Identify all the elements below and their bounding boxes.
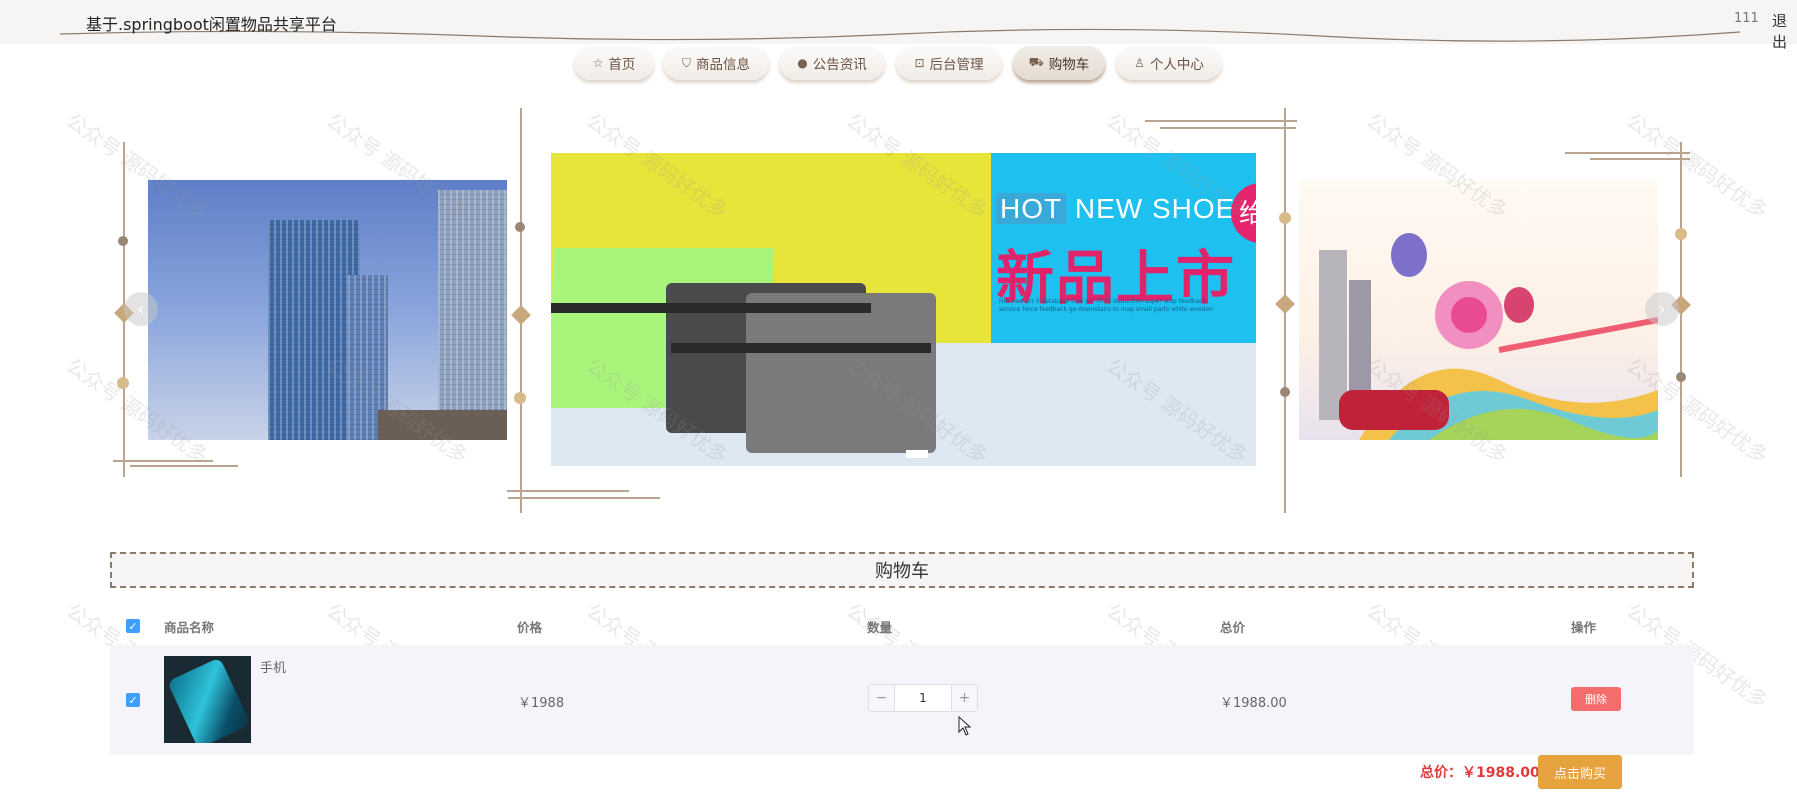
- cart-table: ✓ 商品名称 价格 数量 总价 操作 ✓ 手机 ￥1988 − 1 + ￥198…: [110, 605, 1694, 755]
- street-image: [378, 410, 507, 440]
- deco-dot: [1676, 372, 1686, 382]
- product-price: ￥1988: [518, 696, 565, 711]
- nav-announcements[interactable]: ● 公告资讯: [779, 46, 885, 80]
- nav-label: 公告资讯: [812, 57, 867, 73]
- product-thumbnail[interactable]: [164, 656, 251, 743]
- deco-line: [1565, 152, 1690, 154]
- nav-products[interactable]: ⛉ 商品信息: [663, 46, 769, 80]
- briefcase-icon: ⊡: [914, 56, 925, 70]
- colorful-illustration: [1319, 233, 1658, 440]
- new-shoes-label: NEW SHOES: [1074, 193, 1256, 224]
- column-header-action: 操作: [1571, 620, 1597, 635]
- deco-dot: [514, 392, 526, 404]
- quantity-input[interactable]: 1: [895, 685, 951, 711]
- deco-dot: [515, 222, 525, 232]
- bag-icon: ⛉: [681, 55, 691, 70]
- deco-diamond: [1275, 294, 1295, 314]
- slide-right-colorful[interactable]: [1299, 180, 1658, 440]
- nav-admin[interactable]: ⊡ 后台管理: [896, 46, 1002, 80]
- deco-dot: [1279, 212, 1291, 224]
- carousel-next-button[interactable]: ›: [1645, 292, 1679, 326]
- deco-line: [508, 497, 660, 499]
- banner-carousel: ‹ HOT NEW SHOES 新品上市 Hot new arr il data…: [0, 100, 1797, 520]
- quantity-increment-button[interactable]: +: [951, 685, 977, 711]
- top-bar: 基于.springboot闲置物品共享平台 111 退出: [0, 0, 1797, 51]
- select-all-checkbox[interactable]: ✓: [126, 619, 140, 633]
- building-image: [438, 190, 507, 440]
- table-row: ✓ 手机 ￥1988 − 1 + ￥1988.00 删除: [110, 645, 1694, 755]
- deco-line: [1160, 127, 1296, 129]
- user-icon: ♙: [1134, 56, 1145, 70]
- product-name: 手机: [260, 661, 287, 676]
- nav-cart[interactable]: ⛟ 购物车: [1013, 46, 1105, 80]
- quantity-decrement-button[interactable]: −: [869, 685, 895, 711]
- cart-section-title: 购物车: [110, 552, 1694, 588]
- banner-fine-print: Hot new arr il database Live Jun fri-fri…: [999, 298, 1214, 313]
- column-header-name: 商品名称: [164, 620, 215, 635]
- deco-line: [1590, 158, 1690, 160]
- carousel-prev-button[interactable]: ‹: [124, 292, 158, 326]
- nav-profile[interactable]: ♙ 个人中心: [1116, 46, 1222, 80]
- felt-bag-image: [746, 293, 936, 453]
- building-image: [268, 220, 360, 440]
- main-nav: ☆ 首页 ⛉ 商品信息 ● 公告资讯 ⊡ 后台管理 ⛟ 购物车 ♙ 个人中心: [0, 46, 1797, 82]
- deco-line: [113, 460, 213, 462]
- row-checkbox[interactable]: ✓: [126, 693, 140, 707]
- mouse-cursor-icon: [958, 716, 972, 736]
- nav-label: 后台管理: [929, 57, 984, 73]
- delete-button[interactable]: 删除: [1571, 687, 1621, 711]
- cart-total: 总价：￥1988.00: [1420, 765, 1540, 781]
- banner-hot-text: HOT NEW SHOES: [996, 193, 1255, 225]
- carousel-indicator[interactable]: [906, 450, 928, 458]
- bag-strap: [671, 343, 931, 353]
- deco-dot: [1675, 228, 1687, 240]
- buy-button[interactable]: 点击购买: [1538, 755, 1622, 789]
- slide-left-buildings[interactable]: [148, 180, 507, 440]
- column-header-price: 价格: [517, 620, 543, 635]
- site-title: 基于.springboot闲置物品共享平台: [86, 15, 337, 34]
- deco-line: [130, 465, 238, 467]
- deco-line: [507, 490, 629, 492]
- nav-label: 首页: [608, 57, 636, 73]
- deco-dot: [118, 236, 128, 246]
- nav-home[interactable]: ☆ 首页: [574, 46, 654, 80]
- deco-line: [1145, 120, 1297, 122]
- bag-strap: [551, 303, 871, 313]
- column-header-quantity: 数量: [867, 620, 893, 635]
- deco-dot: [1280, 387, 1290, 397]
- row-subtotal: ￥1988.00: [1220, 696, 1287, 711]
- column-header-subtotal: 总价: [1220, 620, 1246, 635]
- nav-label: 商品信息: [696, 57, 750, 73]
- phone-image: [167, 657, 251, 743]
- deco-dot: [117, 377, 129, 389]
- nav-label: 购物车: [1048, 57, 1090, 73]
- deco-diamond: [511, 305, 531, 325]
- username-label: 111: [1734, 11, 1759, 26]
- cart-table-header: ✓ 商品名称 价格 数量 总价 操作: [110, 605, 1694, 645]
- quantity-stepper: − 1 +: [868, 684, 978, 712]
- star-icon: ☆: [592, 56, 604, 70]
- hot-label: HOT: [996, 193, 1067, 224]
- slide-center-new-arrivals[interactable]: HOT NEW SHOES 新品上市 Hot new arr il databa…: [551, 153, 1256, 466]
- cart-icon: ⛟: [1028, 55, 1044, 69]
- nav-label: 个人中心: [1149, 57, 1204, 73]
- info-icon: ●: [797, 56, 808, 70]
